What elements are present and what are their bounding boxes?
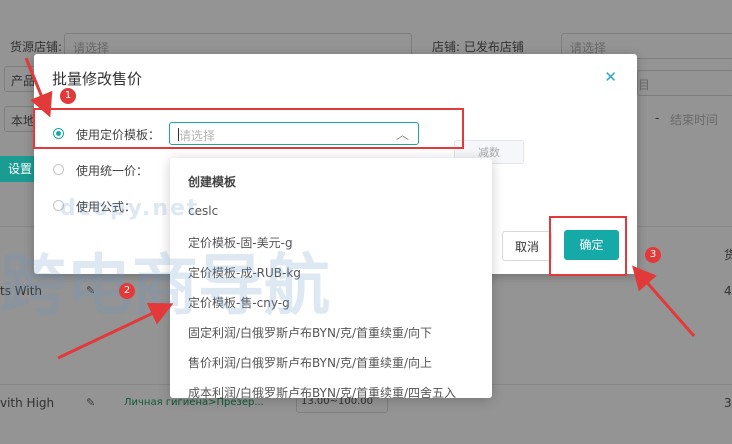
- arrow-3: [632, 265, 696, 337]
- arrow-2: [57, 302, 174, 360]
- annotation-arrows: [24, 57, 696, 360]
- arrow-1: [24, 57, 53, 118]
